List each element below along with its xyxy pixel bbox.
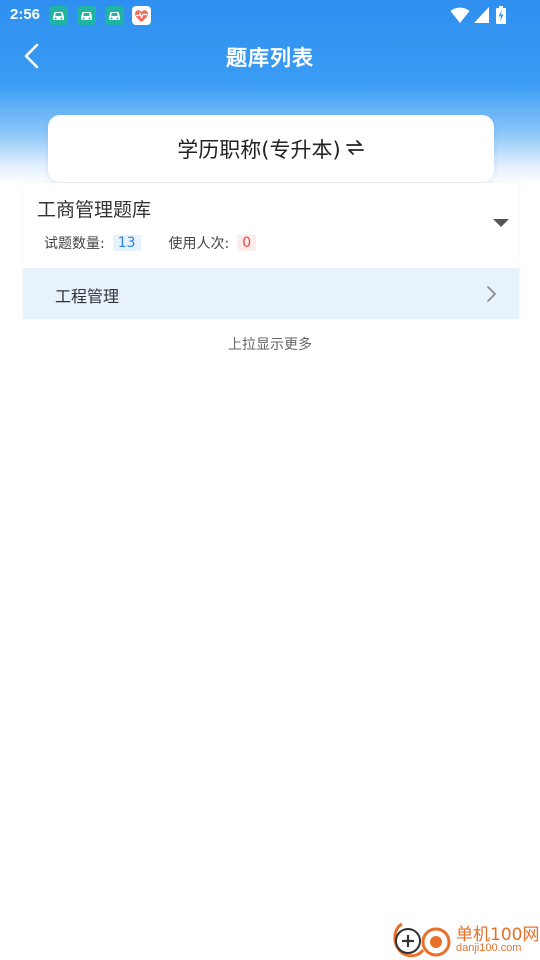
- status-time: 2:56: [10, 6, 41, 23]
- system-icons: [450, 6, 510, 24]
- usage-count-badge: 0: [237, 235, 257, 251]
- usage-count-label: 使用人次:: [168, 236, 230, 252]
- question-bank-header[interactable]: 工商管理题库 试题数量: 13 使用人次: 0: [23, 183, 519, 268]
- car-app-icon: [77, 6, 96, 25]
- health-app-icon: [132, 6, 151, 25]
- watermark-url: danji100.com: [456, 942, 522, 954]
- watermark-logo-icon: [393, 922, 451, 958]
- question-bank-panel: 工商管理题库 试题数量: 13 使用人次: 0 工程管理: [23, 183, 519, 319]
- load-more-hint: 上拉显示更多: [228, 337, 312, 353]
- question-bank-title: 工商管理题库: [37, 199, 152, 221]
- car-app-icon: [105, 6, 124, 25]
- list-item-engineering-management[interactable]: 工程管理: [23, 268, 519, 319]
- category-label: 学历职称(专升本): [177, 137, 341, 162]
- signal-icon: [474, 7, 489, 23]
- swap-arrows-icon: [345, 137, 365, 161]
- list-item-label: 工程管理: [55, 287, 120, 306]
- watermark: 单机100网 danji100.com: [390, 916, 540, 960]
- nav-bar: 题库列表: [0, 30, 540, 82]
- category-selector[interactable]: 学历职称(专升本): [48, 115, 494, 182]
- question-count-badge: 13: [112, 235, 141, 251]
- question-count-label: 试题数量:: [44, 236, 105, 252]
- chevron-right-icon: [487, 286, 496, 302]
- question-bank-stats: 试题数量: 13 使用人次: 0: [44, 233, 257, 253]
- page-title: 题库列表: [226, 46, 314, 70]
- screen: 2:56 题库列表 学历职称(专升本) 工商管理题库 试题数量: 13 使用人次…: [0, 0, 540, 960]
- car-app-icon: [49, 6, 68, 25]
- battery-charging-icon: [496, 6, 506, 24]
- status-bar: 2:56: [0, 0, 540, 30]
- wifi-icon: [450, 7, 470, 23]
- triangle-down-icon[interactable]: [493, 217, 509, 229]
